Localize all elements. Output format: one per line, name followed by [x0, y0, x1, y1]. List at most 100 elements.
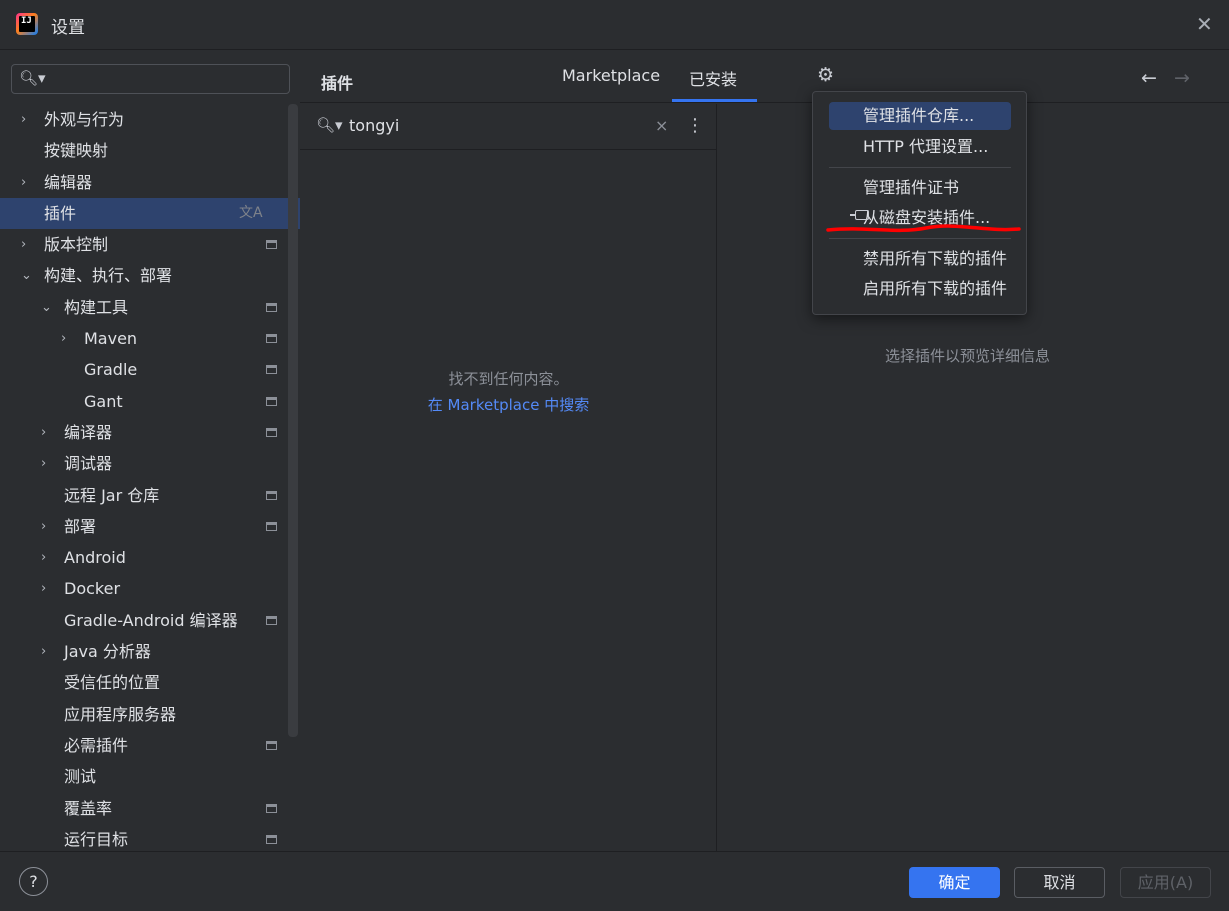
- tree-item-testing[interactable]: 测试: [0, 761, 300, 792]
- apply-button: 应用(A): [1120, 867, 1211, 898]
- settings-search-input[interactable]: 🔍︎▾: [11, 64, 290, 94]
- tree-item-label: Docker: [64, 579, 121, 599]
- gear-icon[interactable]: ⚙: [817, 64, 834, 86]
- project-level-icon: [266, 427, 277, 437]
- tab-installed[interactable]: 已安装: [689, 66, 737, 90]
- page-title: 插件: [321, 74, 354, 93]
- tree-item-label: 构建、执行、部署: [44, 266, 173, 286]
- chevron-right-icon: ›: [41, 550, 47, 566]
- chevron-right-icon: ›: [41, 456, 47, 472]
- menu-enable-downloaded[interactable]: 启用所有下载的插件: [829, 275, 1011, 303]
- tree-item-docker[interactable]: › Docker: [0, 573, 300, 604]
- tree-item-java-profiler[interactable]: › Java 分析器: [0, 636, 300, 667]
- tree-item-trusted-locations[interactable]: 受信任的位置: [0, 667, 300, 698]
- forward-arrow-icon: →: [1174, 67, 1190, 89]
- tree-item-maven[interactable]: › Maven: [0, 323, 300, 354]
- tree-item-build-tools[interactable]: ⌄ 构建工具: [0, 292, 300, 323]
- chevron-right-icon: ›: [41, 424, 47, 440]
- tree-item-build-execution-deployment[interactable]: ⌄ 构建、执行、部署: [0, 260, 300, 291]
- tree-item-debugger[interactable]: › 调试器: [0, 448, 300, 479]
- tree-item-label: Android: [64, 548, 126, 568]
- project-level-icon: [266, 521, 277, 531]
- chevron-right-icon: ›: [21, 237, 27, 253]
- tree-item-gradle-android-compiler[interactable]: Gradle-Android 编译器: [0, 605, 300, 636]
- tree-item-label: Gradle: [84, 360, 138, 380]
- settings-sidebar: 🔍︎▾ › 外观与行为 按键映射 › 编辑器 插件 文A › 版本控制 ⌄ 构建…: [0, 51, 300, 851]
- tree-item-application-servers[interactable]: 应用程序服务器: [0, 699, 300, 730]
- project-level-icon: [266, 803, 277, 813]
- plugin-search-input[interactable]: 🔍︎▾ tongyi × ⋮: [300, 104, 717, 150]
- project-level-icon: [266, 365, 277, 375]
- clear-icon[interactable]: ×: [655, 116, 668, 135]
- search-marketplace-link[interactable]: 在 Marketplace 中搜索: [300, 394, 717, 415]
- tree-item-compiler[interactable]: › 编译器: [0, 417, 300, 448]
- tree-item-label: Gradle-Android 编译器: [64, 610, 238, 630]
- tree-item-label: Maven: [84, 329, 138, 349]
- chevron-right-icon: ›: [41, 581, 47, 597]
- menu-install-from-disk[interactable]: 从磁盘安装插件...: [829, 204, 1011, 232]
- help-icon[interactable]: ?: [19, 867, 48, 896]
- menu-separator: [829, 167, 1011, 168]
- search-icon: 🔍︎▾: [19, 69, 46, 87]
- plugin-settings-menu: 管理插件仓库... HTTP 代理设置... 管理插件证书 从磁盘安装插件...…: [812, 91, 1027, 315]
- plugin-list-pane: 🔍︎▾ tongyi × ⋮ 找不到任何内容。 在 Marketplace 中搜…: [300, 104, 717, 851]
- menu-manage-certificates[interactable]: 管理插件证书: [829, 174, 1011, 202]
- empty-results-message: 找不到任何内容。: [448, 370, 569, 388]
- tree-item-plugins[interactable]: 插件 文A: [0, 197, 300, 230]
- tree-item-deployment[interactable]: › 部署: [0, 511, 300, 542]
- app-logo-text: IJ: [21, 16, 32, 26]
- more-options-icon[interactable]: ⋮: [686, 115, 704, 136]
- tree-item-label: 版本控制: [44, 235, 109, 255]
- tree-item-remote-jar-repos[interactable]: 远程 Jar 仓库: [0, 480, 300, 511]
- tree-item-gant[interactable]: Gant: [0, 386, 300, 417]
- tree-item-label: 外观与行为: [44, 110, 125, 129]
- detail-hint: 选择插件以预览详细信息: [885, 347, 1051, 365]
- project-level-icon: [266, 834, 277, 844]
- chevron-down-icon: ⌄: [21, 268, 32, 284]
- tree-item-label: 远程 Jar 仓库: [64, 485, 160, 505]
- tree-item-label: Gant: [84, 391, 123, 411]
- search-icon: 🔍︎▾: [316, 116, 343, 134]
- plugin-search-value[interactable]: tongyi: [349, 116, 399, 135]
- sidebar-scrollbar[interactable]: [288, 104, 298, 737]
- menu-manage-repositories[interactable]: 管理插件仓库...: [829, 102, 1011, 130]
- chevron-right-icon: ›: [41, 644, 47, 660]
- tab-marketplace[interactable]: Marketplace: [562, 66, 660, 85]
- close-icon[interactable]: ✕: [1196, 12, 1213, 36]
- title-bar: IJ 设置 ✕: [0, 0, 1229, 50]
- chevron-right-icon: ›: [61, 331, 67, 347]
- project-level-icon: [266, 490, 277, 500]
- active-tab-indicator: [672, 99, 757, 102]
- tree-item-version-control[interactable]: › 版本控制: [0, 229, 300, 260]
- tree-item-label: 测试: [64, 767, 97, 787]
- dialog-footer: ? 确定 取消 应用(A): [0, 851, 1229, 911]
- tree-item-label: 受信任的位置: [64, 673, 161, 693]
- menu-separator: [829, 238, 1011, 239]
- tree-item-android[interactable]: › Android: [0, 542, 300, 573]
- tree-item-gradle[interactable]: Gradle: [0, 354, 300, 385]
- tree-item-label: 应用程序服务器: [64, 704, 177, 724]
- tree-item-coverage[interactable]: 覆盖率: [0, 793, 300, 824]
- tree-item-label: 覆盖率: [64, 798, 113, 818]
- plugins-header: 插件 Marketplace 已安装 ⚙ ← →: [300, 51, 1229, 103]
- tree-item-editor[interactable]: › 编辑器: [0, 167, 300, 198]
- settings-tree: › 外观与行为 按键映射 › 编辑器 插件 文A › 版本控制 ⌄ 构建、执行、…: [0, 104, 300, 855]
- translate-icon: 文A: [239, 204, 263, 221]
- cancel-button[interactable]: 取消: [1014, 867, 1105, 898]
- project-level-icon: [266, 334, 277, 344]
- tree-item-label: 调试器: [64, 454, 113, 474]
- tree-item-label: 编辑器: [44, 172, 93, 192]
- tree-item-appearance[interactable]: › 外观与行为: [0, 104, 300, 135]
- menu-http-proxy[interactable]: HTTP 代理设置...: [829, 133, 1011, 161]
- project-level-icon: [266, 615, 277, 625]
- back-arrow-icon[interactable]: ←: [1141, 67, 1157, 89]
- tree-item-required-plugins[interactable]: 必需插件: [0, 730, 300, 761]
- ok-button[interactable]: 确定: [909, 867, 1000, 898]
- tree-item-label: 插件: [44, 203, 77, 223]
- tree-item-keymap[interactable]: 按键映射: [0, 135, 300, 166]
- tree-item-label: 构建工具: [64, 297, 129, 317]
- menu-disable-downloaded[interactable]: 禁用所有下载的插件: [829, 245, 1011, 273]
- chevron-down-icon: ⌄: [41, 299, 52, 315]
- project-level-icon: [266, 302, 277, 312]
- app-logo-icon: IJ: [16, 13, 38, 35]
